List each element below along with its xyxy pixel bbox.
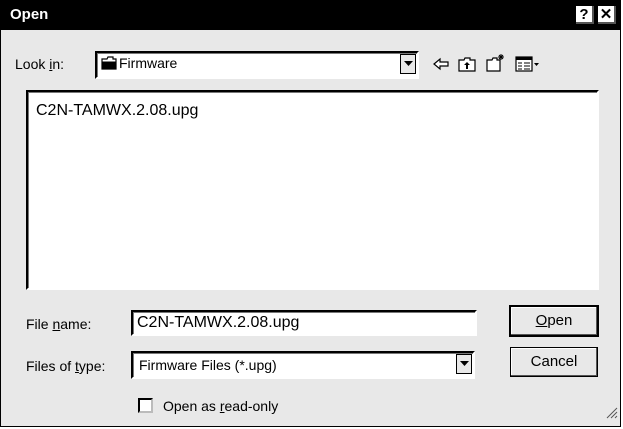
close-button[interactable]: ✕ <box>598 6 616 24</box>
chevron-down-icon <box>404 61 413 66</box>
look-in-combobox[interactable]: Firmware <box>95 51 419 79</box>
look-in-value: Firmware <box>119 55 178 71</box>
read-only-checkbox[interactable] <box>138 398 153 413</box>
file-list[interactable]: C2N-TAMWX.2.08.upg <box>26 90 599 290</box>
list-item[interactable]: C2N-TAMWX.2.08.upg <box>36 102 198 120</box>
open-button-label-rest: pen <box>547 312 573 329</box>
resize-grip-icon[interactable] <box>604 405 618 424</box>
help-button[interactable]: ? <box>576 6 594 24</box>
view-menu-icon[interactable] <box>515 56 541 77</box>
open-button-mnemonic: O <box>535 312 548 329</box>
file-name-label: File name: <box>26 316 92 332</box>
title-bar[interactable]: Open ? ✕ <box>1 1 620 30</box>
open-button[interactable]: Open <box>509 305 599 337</box>
chevron-down-icon <box>460 361 469 366</box>
files-of-type-dropdown-button[interactable] <box>456 354 472 374</box>
folder-icon <box>101 56 117 75</box>
read-only-label[interactable]: Open as read-only <box>163 398 278 414</box>
files-of-type-label: Files of type: <box>26 358 106 374</box>
new-folder-icon[interactable] <box>486 53 506 77</box>
open-dialog: Open ? ✕ Look in: Firmware C2N-TAMWX.2.0… <box>0 0 621 427</box>
files-of-type-combobox[interactable]: Firmware Files (*.upg) <box>131 351 475 379</box>
cancel-button[interactable]: Cancel <box>510 347 598 377</box>
up-one-level-icon[interactable] <box>458 56 476 77</box>
files-of-type-value: Firmware Files (*.upg) <box>139 357 277 373</box>
back-arrow-icon[interactable] <box>433 57 449 76</box>
look-in-label: Look in: <box>15 56 65 72</box>
look-in-dropdown-button[interactable] <box>400 54 416 74</box>
dialog-title: Open <box>10 6 49 23</box>
file-name-field[interactable]: C2N-TAMWX.2.08.upg <box>131 310 477 336</box>
file-name-value: C2N-TAMWX.2.08.upg <box>137 314 300 331</box>
